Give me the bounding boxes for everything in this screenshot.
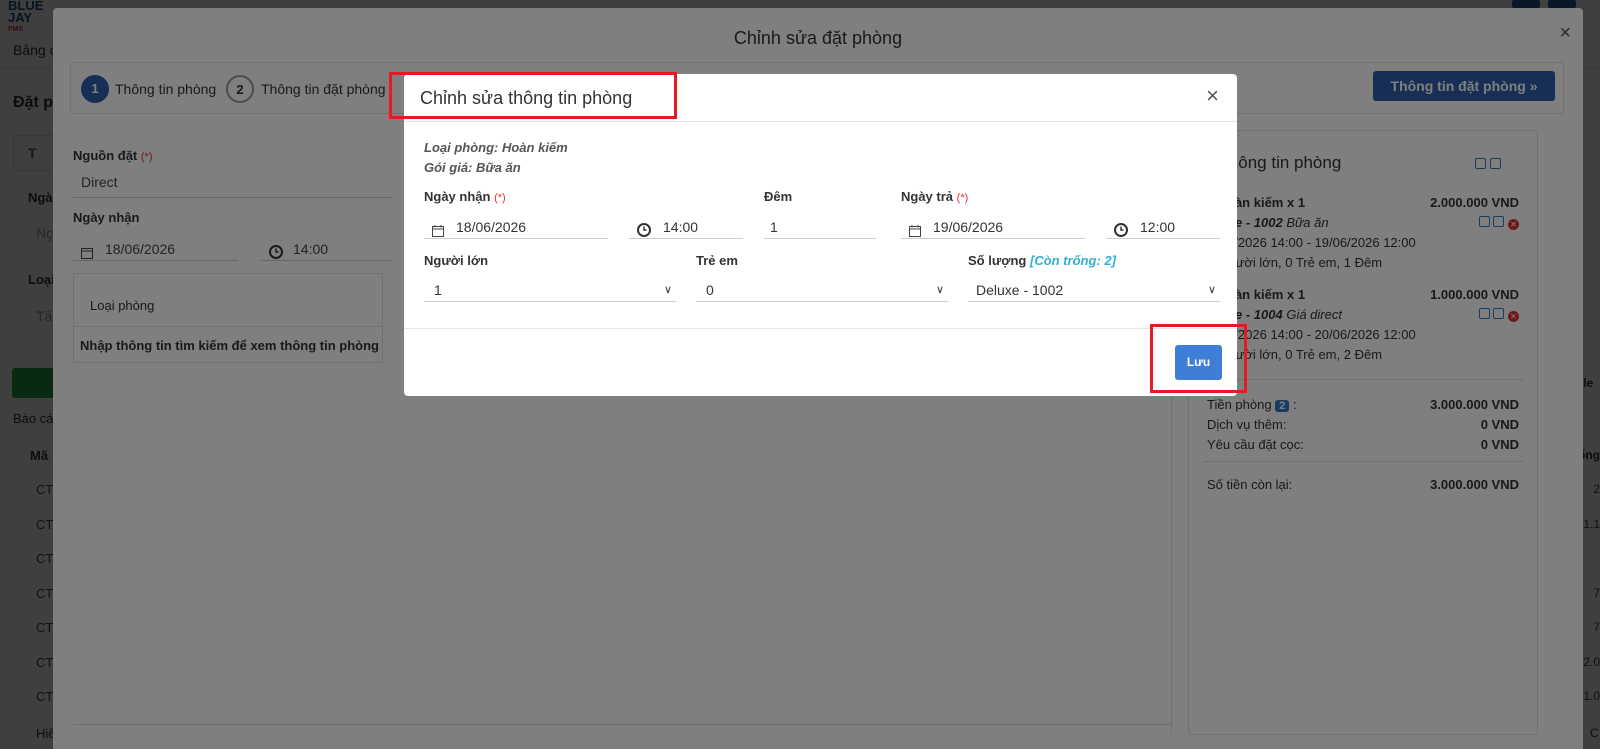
rate-plan-info: Gói giá: Bữa ăn — [424, 160, 521, 175]
highlight-box — [1150, 324, 1247, 393]
chevron-down-icon: ∨ — [935, 284, 944, 296]
availability-badge: [Còn trống: 2] — [1030, 253, 1116, 268]
adults-label: Người lớn — [424, 253, 489, 268]
checkout-time-field[interactable]: 12:00 — [1106, 215, 1220, 239]
calendar-icon — [909, 220, 921, 244]
checkin-time-field[interactable]: 14:00 — [629, 215, 743, 239]
chevron-down-icon: ∨ — [663, 284, 672, 296]
children-select[interactable]: 0 ∨ — [696, 278, 948, 302]
divider — [404, 121, 1237, 122]
close-icon[interactable]: × — [1206, 84, 1219, 108]
checkout-date-field[interactable]: 19/06/2026 — [901, 215, 1085, 239]
room-type-info: Loại phòng: Hoàn kiếm — [424, 140, 568, 155]
edit-room-modal: Chỉnh sửa thông tin phòng × Loại phòng: … — [404, 74, 1237, 396]
nights-label: Đêm — [764, 189, 793, 204]
chevron-down-icon: ∨ — [1207, 284, 1216, 296]
room-select[interactable]: Deluxe - 1002 ∨ — [968, 278, 1220, 302]
checkin-label: Ngày nhận (*) — [424, 189, 506, 204]
clock-icon — [637, 220, 651, 244]
checkin-date-field[interactable]: 18/06/2026 — [424, 215, 608, 239]
checkout-label: Ngày trả (*) — [901, 189, 969, 204]
clock-icon — [1114, 220, 1128, 244]
children-label: Trẻ em — [696, 253, 738, 268]
divider — [404, 328, 1237, 329]
quantity-label: Số lượng [Còn trống: 2] — [968, 253, 1116, 268]
calendar-icon — [432, 220, 444, 244]
nights-field[interactable]: 1 — [764, 215, 876, 239]
adults-select[interactable]: 1 ∨ — [424, 278, 676, 302]
highlight-box — [389, 72, 677, 119]
